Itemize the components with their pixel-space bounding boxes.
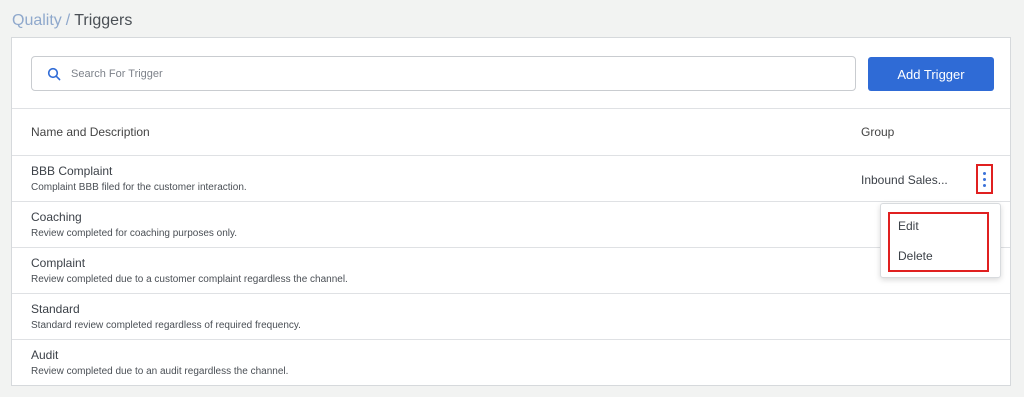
trigger-group: Inbound Sales... — [861, 173, 948, 187]
trigger-description: Review completed due to a customer compl… — [31, 274, 348, 285]
trigger-description: Standard review completed regardless of … — [31, 320, 301, 331]
menu-item-edit[interactable]: Edit — [898, 219, 919, 233]
trigger-description: Complaint BBB filed for the customer int… — [31, 182, 247, 193]
search-icon — [47, 66, 63, 82]
more-options-icon[interactable] — [976, 164, 993, 194]
table-row[interactable]: Complaint Review completed due to a cust… — [12, 248, 1010, 294]
breadcrumb-quality-link[interactable]: Quality — [12, 12, 62, 29]
trigger-description: Review completed for coaching purposes o… — [31, 228, 238, 239]
triggers-panel: Add Trigger Name and Description Group B… — [11, 37, 1011, 386]
search-box[interactable] — [31, 56, 856, 91]
breadcrumb: Quality / Triggers — [12, 11, 132, 31]
trigger-title: BBB Complaint — [31, 164, 113, 178]
triggers-table: Name and Description Group BBB Complaint… — [12, 108, 1010, 386]
table-row[interactable]: Audit Review completed due to an audit r… — [12, 340, 1010, 386]
table-row[interactable]: Standard Standard review completed regar… — [12, 294, 1010, 340]
add-trigger-button[interactable]: Add Trigger — [868, 57, 994, 91]
breadcrumb-separator: / — [65, 12, 71, 29]
search-input[interactable] — [71, 67, 771, 80]
trigger-title: Standard — [31, 302, 80, 316]
trigger-description: Review completed due to an audit regardl… — [31, 366, 289, 377]
trigger-title: Audit — [31, 348, 59, 362]
trigger-title: Complaint — [31, 256, 86, 270]
page-title: Triggers — [74, 12, 133, 29]
column-header-group: Group — [861, 125, 895, 139]
column-header-name: Name and Description — [31, 125, 150, 139]
table-row[interactable]: Coaching Review completed for coaching p… — [12, 202, 1010, 248]
table-header: Name and Description Group — [12, 108, 1010, 156]
trigger-title: Coaching — [31, 210, 82, 224]
table-row[interactable]: BBB Complaint Complaint BBB filed for th… — [12, 156, 1010, 202]
menu-item-delete[interactable]: Delete — [898, 249, 933, 263]
